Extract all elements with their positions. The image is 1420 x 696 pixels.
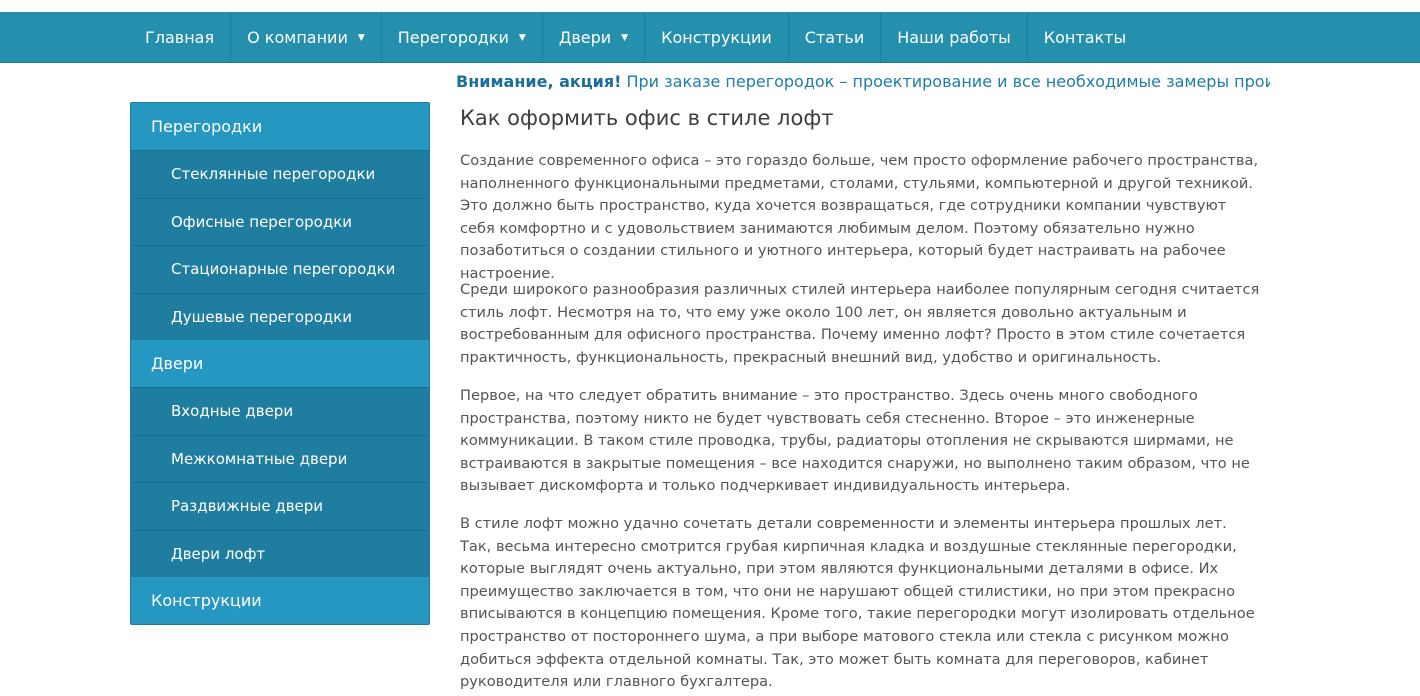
main-navbar: Главная О компании ▼ Перегородки ▼ Двери… <box>0 12 1420 63</box>
nav-item-label: Статьи <box>804 27 865 47</box>
sidebar-item-sliding-doors[interactable]: Раздвижные двери <box>131 482 429 530</box>
article-paragraph: Первое, на что следует обратить внимание… <box>460 387 1250 495</box>
article-paragraph: В стиле лофт можно удачно сочетать детал… <box>460 515 1255 691</box>
nav-item-label: Главная <box>145 27 215 47</box>
nav-item-doors[interactable]: Двери ▼ <box>543 12 646 62</box>
sidebar-menu: Перегородки Стеклянные перегородки Офисн… <box>130 102 430 625</box>
nav-item-constructions[interactable]: Конструкции <box>645 12 789 62</box>
nav-item-home[interactable]: Главная <box>129 12 232 62</box>
nav-item-label: Контакты <box>1043 27 1127 47</box>
caret-down-icon: ▼ <box>518 33 526 43</box>
nav-item-partitions[interactable]: Перегородки ▼ <box>382 12 543 62</box>
caret-down-icon: ▼ <box>621 33 629 43</box>
sidebar-section-label: Конструкции <box>151 591 262 610</box>
sidebar-item-interior-doors[interactable]: Межкомнатные двери <box>131 434 429 482</box>
caret-down-icon: ▼ <box>357 33 365 43</box>
article-content: Как оформить офис в стиле лофт Создание … <box>460 104 1260 690</box>
sidebar-section-label: Перегородки <box>151 117 263 136</box>
sidebar-item-glass-partitions[interactable]: Стеклянные перегородки <box>131 150 429 198</box>
sidebar-item-shower-partitions[interactable]: Душевые перегородки <box>131 292 429 340</box>
article-title: Как оформить офис в стиле лофт <box>460 106 834 130</box>
article-paragraph: Создание современного офиса – это горазд… <box>460 152 1259 282</box>
promo-label: Внимание, акция! <box>456 72 622 91</box>
sidebar-section-label: Двери <box>151 354 204 373</box>
article-paragraph: Среди широкого разнообразия различных ст… <box>460 281 1260 366</box>
sidebar-section-doors[interactable]: Двери <box>131 340 429 387</box>
nav-item-label: Перегородки <box>397 27 509 47</box>
nav-item-label: О компании <box>247 27 348 47</box>
sidebar-section-constructions[interactable]: Конструкции <box>131 577 429 624</box>
sidebar-item-label: Офисные перегородки <box>171 212 352 231</box>
sidebar-item-label: Входные двери <box>171 402 294 421</box>
top-strip <box>0 0 1420 12</box>
nav-list: Главная О компании ▼ Перегородки ▼ Двери… <box>129 12 1142 62</box>
promo-text: При заказе перегородок – проектирование … <box>626 72 1270 91</box>
nav-item-about[interactable]: О компании ▼ <box>231 12 382 62</box>
sidebar-item-entrance-doors[interactable]: Входные двери <box>131 387 429 435</box>
sidebar-item-office-partitions[interactable]: Офисные перегородки <box>131 197 429 245</box>
sidebar-item-label: Двери лофт <box>171 544 266 563</box>
sidebar-item-stationary-partitions[interactable]: Стационарные перегородки <box>131 245 429 293</box>
nav-item-label: Конструкции <box>661 27 772 47</box>
sidebar-item-label: Раздвижные двери <box>171 497 324 516</box>
nav-item-label: Наши работы <box>897 27 1011 47</box>
sidebar-item-label: Стационарные перегородки <box>171 260 396 279</box>
nav-item-works[interactable]: Наши работы <box>881 12 1028 62</box>
nav-item-label: Двери <box>558 27 612 47</box>
sidebar-item-loft-doors[interactable]: Двери лофт <box>131 529 429 577</box>
nav-item-contacts[interactable]: Контакты <box>1028 12 1142 62</box>
nav-item-articles[interactable]: Статьи <box>789 12 882 62</box>
promo-marquee: Внимание, акция! При заказе перегородок … <box>456 72 1270 94</box>
sidebar-item-label: Душевые перегородки <box>171 307 352 326</box>
sidebar-item-label: Межкомнатные двери <box>171 449 348 468</box>
sidebar-section-partitions[interactable]: Перегородки <box>131 103 429 150</box>
sidebar-item-label: Стеклянные перегородки <box>171 165 376 184</box>
